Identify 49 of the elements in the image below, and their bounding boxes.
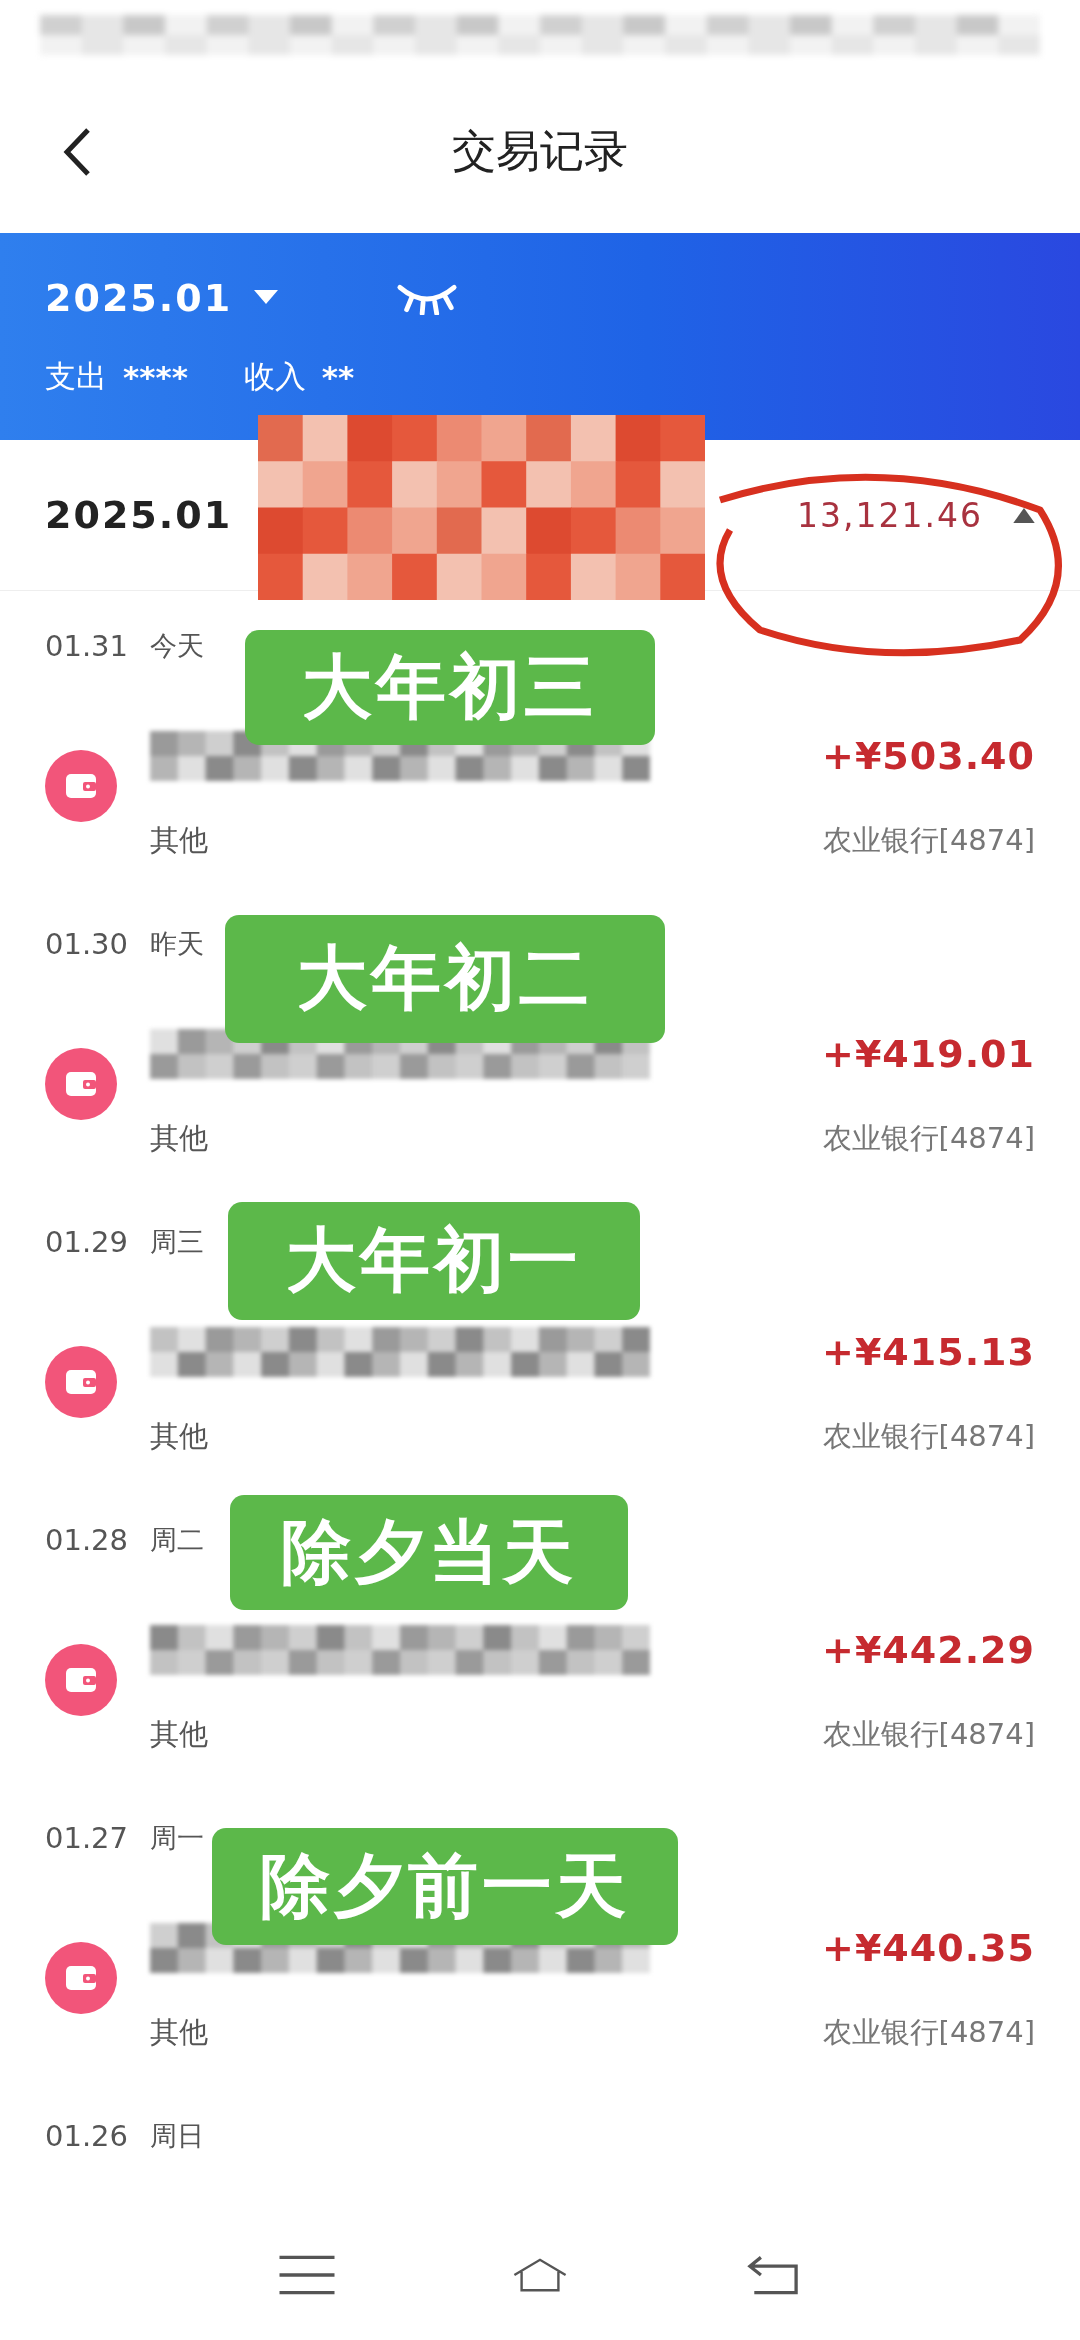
bank-account: 农业银行[4874]	[822, 2014, 1035, 2051]
wallet-icon	[45, 750, 117, 822]
weekday-label: 今天	[150, 629, 205, 663]
bank-account: 农业银行[4874]	[822, 1716, 1035, 1753]
wallet-icon	[45, 1346, 117, 1418]
collapse-icon[interactable]	[1013, 507, 1035, 523]
page-title: 交易记录	[452, 124, 628, 178]
sticker-label: 除夕当天	[230, 1495, 628, 1610]
bank-account: 农业银行[4874]	[822, 1120, 1035, 1157]
bank-account: 农业银行[4874]	[822, 822, 1035, 859]
transaction-amount: +¥440.35	[822, 1926, 1035, 1970]
sticker-label: 除夕前一天	[212, 1828, 678, 1945]
weekday-label: 周一	[150, 1821, 205, 1855]
expense-amount: ****	[123, 358, 188, 395]
transaction-amount: +¥503.40	[822, 734, 1035, 778]
month-selector[interactable]: 2025.01	[45, 275, 233, 320]
expense-label: 支出	[45, 356, 107, 396]
date-label: 01.29	[45, 1225, 129, 1259]
date-label: 01.27	[45, 1821, 129, 1855]
transaction-category: 其他	[150, 822, 209, 859]
date-label: 01.28	[45, 1523, 129, 1557]
date-label: 01.30	[45, 927, 129, 961]
wallet-icon	[45, 1048, 117, 1120]
transaction-category: 其他	[150, 1418, 209, 1455]
transaction-category: 其他	[150, 1120, 209, 1157]
transaction-amount: +¥442.29	[822, 1628, 1035, 1672]
wallet-icon	[45, 1942, 117, 2014]
weekday-label: 周三	[150, 1225, 205, 1259]
caret-icon[interactable]	[254, 289, 279, 306]
weekday-label: 周日	[150, 2119, 205, 2153]
date-label: 01.31	[45, 629, 129, 663]
back-icon[interactable]	[62, 126, 92, 177]
menu-icon[interactable]	[278, 2253, 335, 2297]
bank-account: 农业银行[4874]	[822, 1418, 1035, 1455]
wallet-icon	[45, 1644, 117, 1716]
transaction-amount: +¥419.01	[822, 1032, 1035, 1076]
weekday-label: 周二	[150, 1523, 205, 1557]
income-label: 收入	[243, 356, 306, 396]
sticker-label: 大年初一	[228, 1202, 640, 1320]
transaction-amount: +¥415.13	[822, 1330, 1035, 1374]
income-amount: **	[321, 358, 355, 395]
month-total: 13,121.46	[797, 495, 983, 535]
sticker-label: 大年初三	[245, 630, 655, 745]
transaction-category: 其他	[150, 1716, 209, 1753]
date-label: 01.26	[45, 2119, 129, 2153]
weekday-label: 昨天	[150, 927, 205, 961]
month-label: 2025.01	[45, 493, 233, 537]
sticker-label: 大年初二	[225, 915, 665, 1043]
transaction-category: 其他	[150, 2014, 209, 2051]
